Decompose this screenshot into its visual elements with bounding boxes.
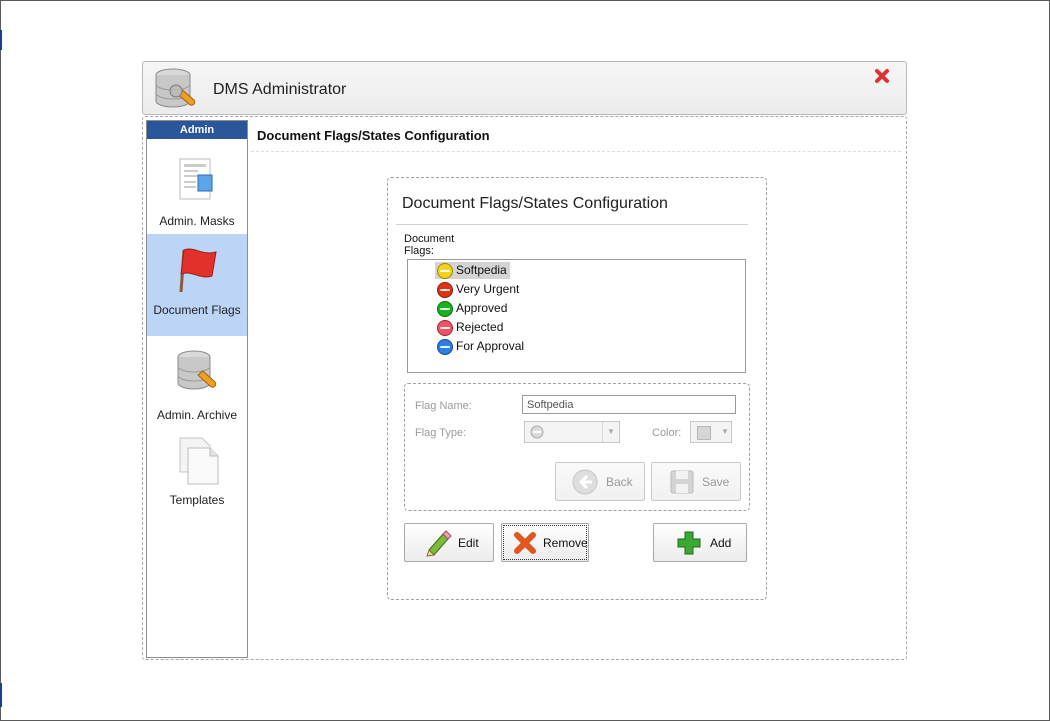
flag-yellow-icon xyxy=(437,263,453,279)
masks-document-icon xyxy=(179,158,213,200)
save-disk-icon xyxy=(670,470,694,494)
list-item[interactable]: Softpedia xyxy=(435,262,510,279)
list-item[interactable]: Very Urgent xyxy=(435,281,522,298)
section-title: Document Flags/States Configuration xyxy=(257,128,490,143)
flag-gray-icon xyxy=(530,425,544,439)
flag-item-label: Softpedia xyxy=(456,263,507,277)
sidebar-item-admin-archive[interactable]: Admin. Archive xyxy=(147,337,247,427)
sidebar-item-label: Templates xyxy=(169,493,225,507)
flag-item-label: For Approval xyxy=(456,339,525,353)
flags-list-label: Document Flags: xyxy=(404,233,455,257)
sidebar: Admin Admin. Masks Document Flags Admin.… xyxy=(146,120,248,658)
title-bar: DMS Administrator xyxy=(142,61,907,115)
sidebar-item-label: Admin. Archive xyxy=(156,408,238,422)
sidebar-header: Admin xyxy=(147,121,247,139)
window-title: DMS Administrator xyxy=(213,81,347,98)
list-item[interactable]: Approved xyxy=(435,300,510,317)
save-button[interactable]: Save xyxy=(651,462,741,501)
flag-type-label: Flag Type: xyxy=(415,427,467,439)
edit-label: Edit xyxy=(458,536,479,550)
database-archive-icon xyxy=(177,350,217,390)
green-plus-icon xyxy=(677,531,701,555)
list-item[interactable]: Rejected xyxy=(435,319,506,336)
panel-title: Document Flags/States Configuration xyxy=(402,195,668,212)
flag-name-label: Flag Name: xyxy=(415,400,472,412)
template-pages-icon xyxy=(179,437,219,485)
red-flag-icon xyxy=(179,248,217,293)
list-item[interactable]: For Approval xyxy=(435,338,527,355)
flag-item-label: Approved xyxy=(456,301,508,315)
sidebar-item-label: Document Flags xyxy=(153,303,241,317)
remove-button[interactable]: Remove xyxy=(501,523,589,562)
flag-name-input[interactable] xyxy=(522,395,736,414)
chevron-down-icon: ▼ xyxy=(721,427,729,436)
color-select[interactable]: ▼ xyxy=(690,421,732,443)
flag-green-icon xyxy=(437,301,453,317)
flag-red-icon xyxy=(437,282,453,298)
color-swatch xyxy=(697,426,711,440)
flags-config-panel: Document Flags/States Configuration Docu… xyxy=(387,177,767,600)
add-button[interactable]: Add xyxy=(653,523,747,562)
remove-label: Remove xyxy=(543,536,588,550)
edge-marker xyxy=(0,30,2,50)
back-label: Back xyxy=(606,475,633,489)
back-button[interactable]: Back xyxy=(555,462,645,501)
sidebar-item-admin-masks[interactable]: Admin. Masks xyxy=(147,141,247,233)
flag-item-label: Very Urgent xyxy=(456,282,520,296)
content-area: Admin Admin. Masks Document Flags Admin.… xyxy=(142,116,907,660)
divider xyxy=(396,224,748,225)
flag-type-select[interactable]: ▼ xyxy=(524,421,620,443)
sidebar-item-templates[interactable]: Templates xyxy=(147,428,247,514)
save-label: Save xyxy=(702,475,730,489)
flags-listbox[interactable]: Softpedia Very Urgent Approved Rejected … xyxy=(407,259,746,373)
red-x-icon xyxy=(514,532,536,554)
color-label: Color: xyxy=(652,427,682,439)
sidebar-item-label: Admin. Masks xyxy=(159,214,235,228)
divider xyxy=(251,151,901,152)
add-label: Add xyxy=(710,536,732,550)
flag-pink-icon xyxy=(437,320,453,336)
flag-item-label: Rejected xyxy=(456,320,504,334)
back-arrow-icon xyxy=(572,469,598,495)
database-wrench-icon xyxy=(155,68,196,108)
edge-marker xyxy=(0,683,2,707)
edit-button[interactable]: Edit xyxy=(404,523,494,562)
flag-blue-icon xyxy=(437,339,453,355)
sidebar-item-document-flags[interactable]: Document Flags xyxy=(147,234,247,336)
chevron-down-icon: ▼ xyxy=(602,422,619,442)
pencil-icon xyxy=(426,530,452,557)
dms-window: DMS Administrator Admin Admin. Masks Doc… xyxy=(142,61,907,660)
close-icon[interactable] xyxy=(874,68,890,84)
flag-edit-box: Flag Name: Flag Type: ▼ Color: ▼ xyxy=(404,383,750,511)
